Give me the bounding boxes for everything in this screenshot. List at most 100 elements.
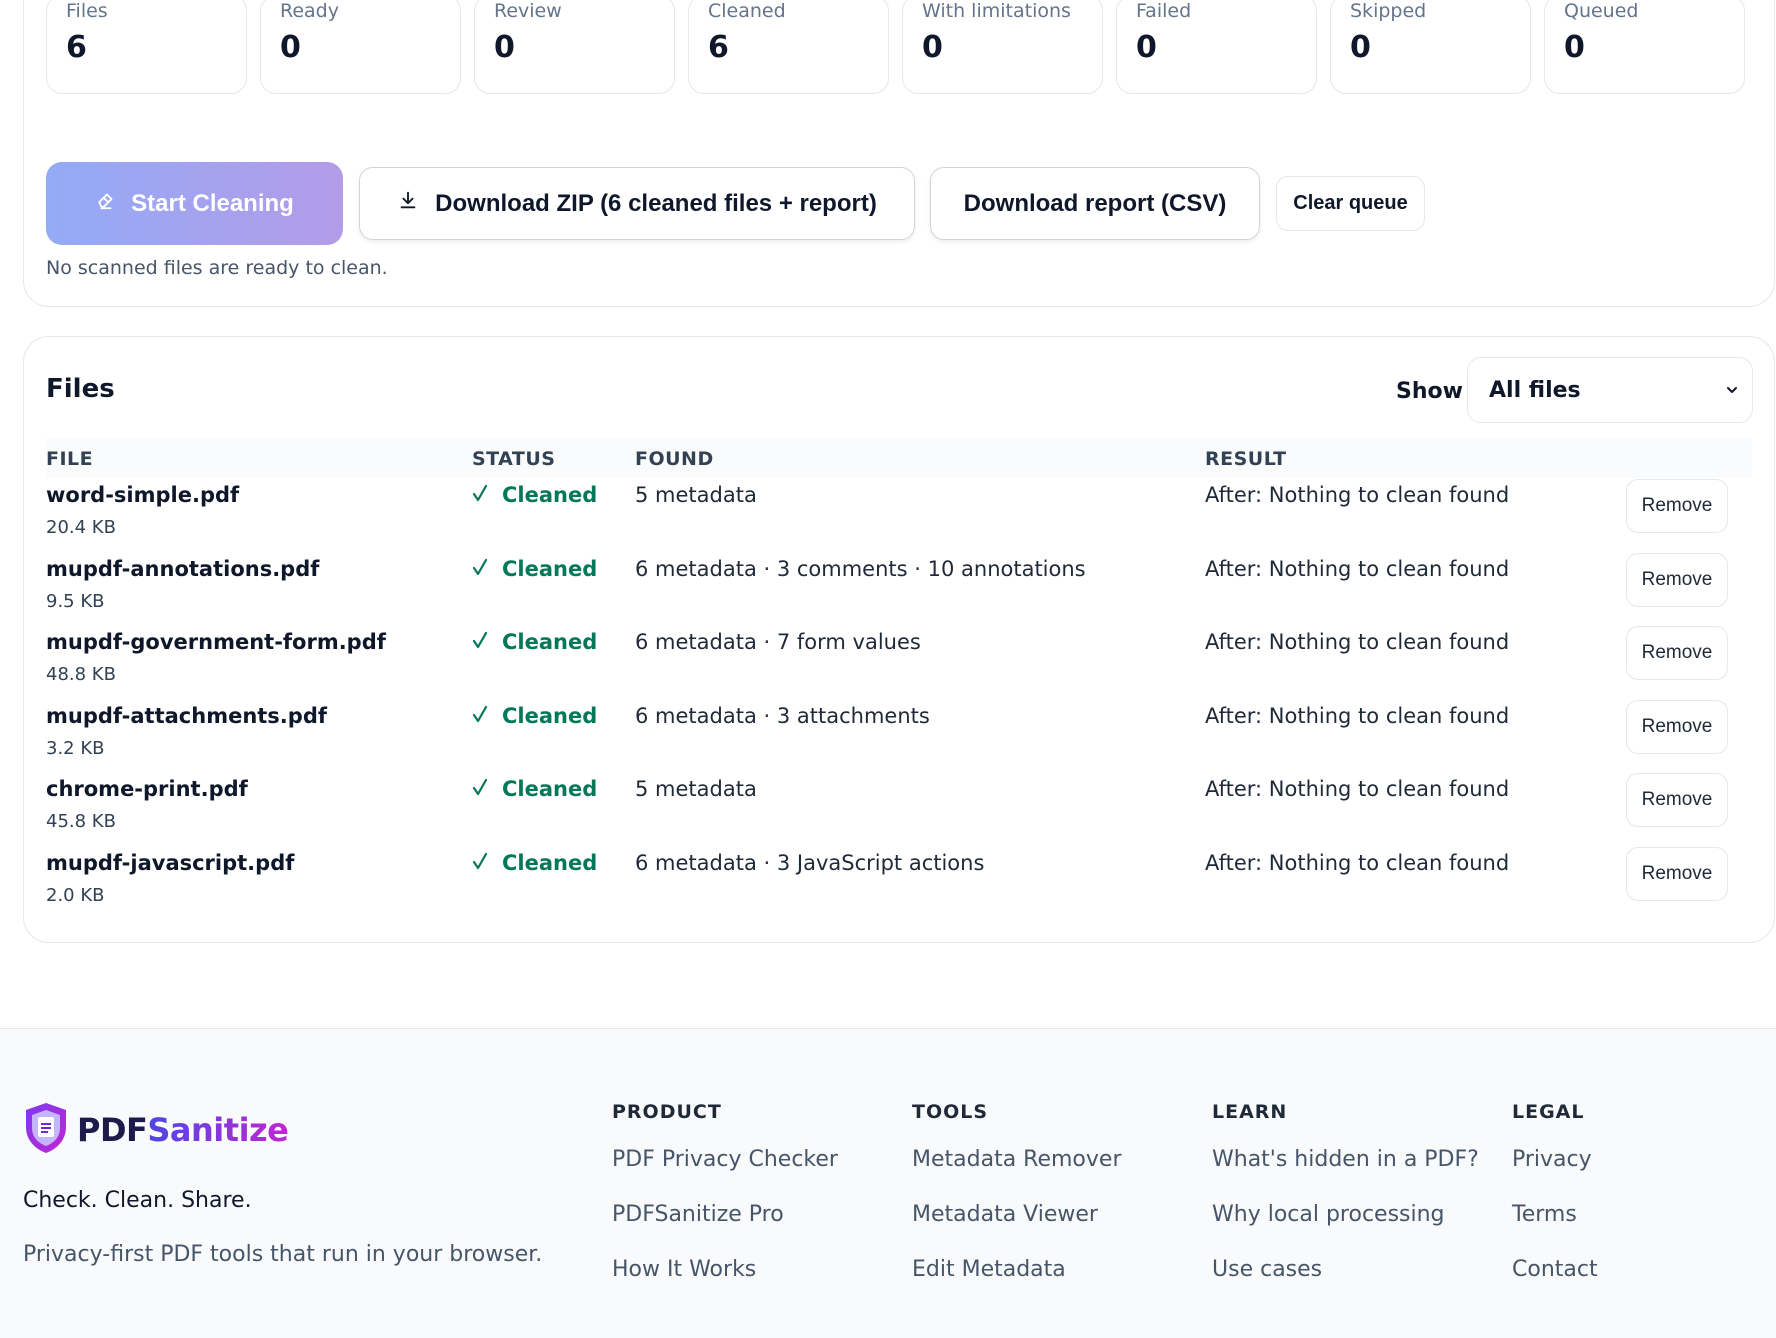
footer-column-product: PRODUCT PDF Privacy Checker PDFSanitize … [612,1101,838,1312]
download-report-button[interactable]: Download report (CSV) [930,167,1260,240]
result-text: After: Nothing to clean found [1205,483,1510,507]
found-summary: 5 metadata [635,777,757,802]
file-size: 9.5 KB [46,590,105,612]
stat-files: Files 6 [46,0,247,94]
download-zip-label: Download ZIP (6 cleaned files + report) [435,189,877,217]
status-text: Cleaned [502,483,598,507]
footer-link[interactable]: PDFSanitize Pro [612,1202,838,1227]
stat-value: 0 [1564,30,1585,65]
stat-label: Queued [1564,0,1639,22]
file-size: 48.8 KB [46,664,116,686]
footer-link[interactable]: PDF Privacy Checker [612,1147,838,1172]
footer-column-learn: LEARN What's hidden in a PDF? Why local … [1212,1101,1479,1312]
status-badge: Cleaned [472,557,597,581]
files-table-body: word-simple.pdf 20.4 KB Cleaned 5 metada… [46,479,1752,921]
column-header-file: FILE [46,448,94,470]
footer-column-legal: LEGAL Privacy Terms Contact [1512,1101,1598,1312]
stat-label: Failed [1136,0,1192,22]
stat-queued: Queued 0 [1544,0,1745,94]
status-badge: Cleaned [472,851,597,875]
remove-button[interactable]: Remove [1626,552,1728,607]
remove-button[interactable]: Remove [1626,773,1728,828]
result-text: After: Nothing to clean found [1205,556,1510,581]
status-text: Cleaned [502,630,598,655]
stat-label: Files [66,0,108,22]
stat-value: 6 [66,30,87,65]
footer-link[interactable]: Metadata Viewer [912,1202,1122,1227]
remove-button[interactable]: Remove [1626,846,1728,901]
file-size: 3.2 KB [46,737,105,759]
stat-label: With limitations [922,0,1071,22]
stat-value: 6 [708,30,729,65]
table-row: word-simple.pdf 20.4 KB Cleaned 5 metada… [46,479,1752,553]
status-hint: No scanned files are ready to clean. [46,257,388,279]
stat-cleaned: Cleaned 6 [688,0,889,94]
found-summary: 6 metadata · 7 form values [635,630,921,655]
footer-link[interactable]: Terms [1512,1202,1598,1227]
clear-queue-button[interactable]: Clear queue [1276,176,1425,231]
files-card: Files Show All files FILE STATUS FOUND R… [23,336,1775,943]
status-text: Cleaned [502,777,598,802]
start-cleaning-button[interactable]: Start Cleaning [46,162,343,245]
file-name: mupdf-attachments.pdf [46,703,327,728]
footer-link[interactable]: Use cases [1212,1257,1479,1282]
status-badge: Cleaned [472,777,597,801]
shield-document-icon [23,1101,69,1159]
download-report-label: Download report (CSV) [963,189,1227,217]
remove-button[interactable]: Remove [1626,626,1728,681]
status-badge: Cleaned [472,630,597,654]
footer-link[interactable]: Contact [1512,1257,1598,1282]
footer-column-heading: PRODUCT [612,1101,722,1123]
table-header: FILE STATUS FOUND RESULT [46,437,1752,478]
action-bar: Start Cleaning Download ZIP (6 cleaned f… [46,162,1425,245]
footer-link[interactable]: Edit Metadata [912,1257,1122,1282]
download-icon [397,189,419,218]
brand-logo[interactable]: PDFSanitize [23,1101,289,1159]
eraser-icon [95,189,117,218]
check-icon [472,557,488,581]
table-row: mupdf-javascript.pdf 2.0 KB Cleaned 6 me… [46,846,1752,921]
footer-link[interactable]: How It Works [612,1257,838,1282]
footer-link[interactable]: Why local processing [1212,1202,1479,1227]
footer-link[interactable]: Metadata Remover [912,1147,1122,1172]
stat-value: 0 [922,30,943,65]
stat-value: 0 [494,30,515,65]
column-header-result: RESULT [1205,448,1287,470]
result-text: After: Nothing to clean found [1205,777,1510,802]
site-footer: PDFSanitize Check. Clean. Share. Privacy… [0,1028,1776,1338]
check-icon [472,483,488,507]
chevron-down-icon [1724,382,1740,398]
brand-name-sanitize: Sanitize [147,1111,289,1149]
footer-link[interactable]: What's hidden in a PDF? [1212,1147,1479,1172]
footer-column-heading: LEGAL [1512,1101,1585,1123]
stat-failed: Failed 0 [1116,0,1317,94]
stat-label: Review [494,0,562,22]
file-filter-select[interactable]: All files [1467,357,1753,423]
show-label: Show [1396,379,1463,404]
stats-row: Files 6 Ready 0 Review 0 Cleaned 6 With … [46,0,1752,94]
download-zip-button[interactable]: Download ZIP (6 cleaned files + report) [359,167,915,240]
files-title: Files [46,374,115,404]
found-summary: 6 metadata · 3 JavaScript actions [635,850,985,875]
footer-column-heading: TOOLS [912,1101,989,1123]
file-name: word-simple.pdf [46,483,240,507]
found-summary: 5 metadata [635,483,757,507]
status-text: Cleaned [502,556,598,581]
remove-button[interactable]: Remove [1626,479,1728,533]
remove-button[interactable]: Remove [1626,699,1728,754]
status-badge: Cleaned [472,483,597,507]
stat-label: Skipped [1350,0,1427,22]
file-size: 45.8 KB [46,811,116,833]
result-text: After: Nothing to clean found [1205,703,1510,728]
status-text: Cleaned [502,850,598,875]
stat-value: 0 [1350,30,1371,65]
check-icon [472,704,488,728]
status-badge: Cleaned [472,704,597,728]
footer-link[interactable]: Privacy [1512,1147,1598,1172]
check-icon [472,777,488,801]
stat-review: Review 0 [474,0,675,94]
stat-value: 0 [1136,30,1157,65]
file-filter-value: All files [1489,377,1581,403]
table-row: chrome-print.pdf 45.8 KB Cleaned 5 metad… [46,773,1752,847]
stat-label: Cleaned [708,0,786,22]
